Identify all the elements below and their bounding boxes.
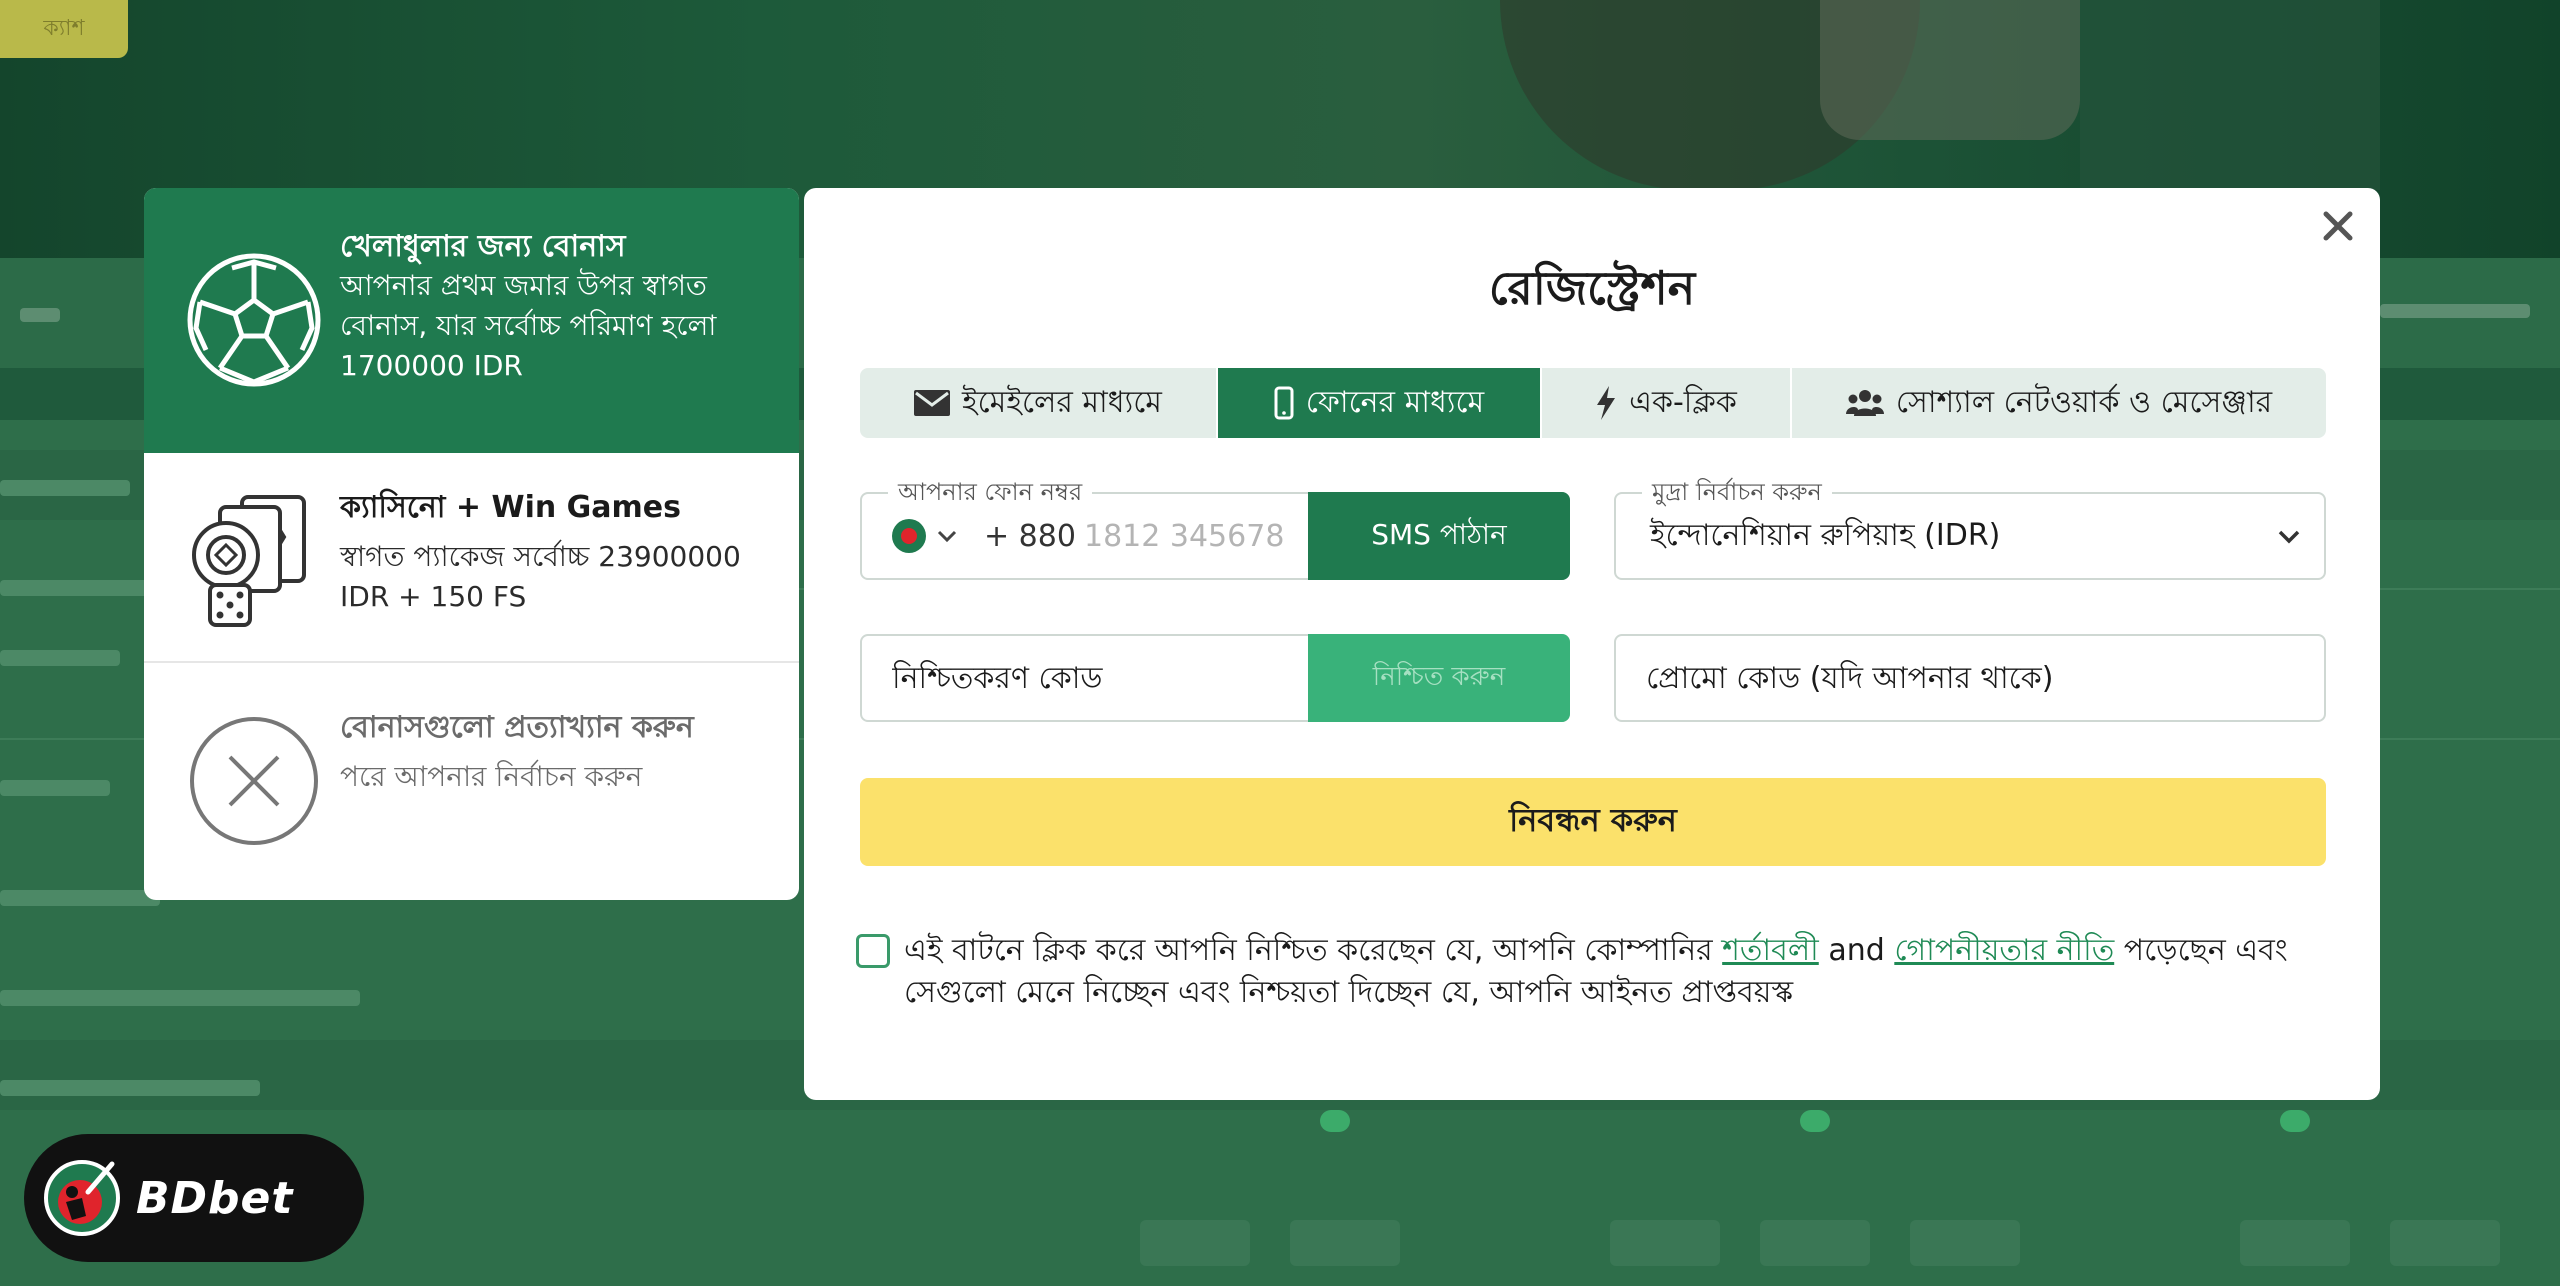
bonus-option-sports[interactable]: খেলাধুলার জন্য বোনাস আপনার প্রথম জমার উপ… — [144, 188, 799, 453]
terms-link[interactable]: শর্তাবলী — [1722, 933, 1819, 968]
register-button[interactable]: নিবন্ধন করুন — [860, 778, 2326, 866]
casino-chips-icon — [192, 495, 306, 627]
registration-method-tabs: ইমেইলের মাধ্যমে ফোনের মাধ্যমে এক-ক্লিক স… — [860, 368, 2326, 438]
cricket-player-logo-icon — [44, 1160, 120, 1236]
bonus-description: আপনার প্রথম জমার উপর স্বাগত বোনাস, যার স… — [340, 269, 717, 382]
terms-consent: এই বাটনে ক্লিক করে আপনি নিশ্চিত করেছেন য… — [856, 930, 2336, 1014]
terms-text: এই বাটনে ক্লিক করে আপনি নিশ্চিত করেছেন য… — [904, 933, 2288, 1010]
privacy-policy-link[interactable]: গোপনীয়তার নীতি — [1894, 933, 2114, 968]
bonus-option-casino[interactable]: ক্যাসিনো + Win Games স্বাগত প্যাকেজ সর্ব… — [144, 453, 799, 663]
send-sms-button[interactable]: SMS পাঠান — [1308, 492, 1570, 580]
tab-social-networks[interactable]: সোশ্যাল নেটওয়ার্ক ও মেসেঞ্জার — [1792, 368, 2326, 438]
country-code: + 880 — [984, 518, 1076, 554]
users-icon — [1845, 390, 1884, 416]
lightning-icon — [1597, 386, 1616, 420]
tab-one-click[interactable]: এক-ক্লিক — [1542, 368, 1792, 438]
tab-label: সোশ্যাল নেটওয়ার্ক ও মেসেঞ্জার — [1895, 384, 2273, 420]
phone-number-field: আপনার ফোন নম্বর + 880 SMS পাঠান — [860, 478, 1570, 580]
tab-email[interactable]: ইমেইলের মাধ্যমে — [860, 368, 1218, 438]
bonus-title: ক্যাসিনো + Win Games — [340, 490, 681, 525]
confirm-code-button[interactable]: নিশ্চিত করুন — [1308, 634, 1570, 722]
terms-checkbox[interactable] — [856, 934, 890, 968]
confirmation-code-field: নিশ্চিত করুন — [860, 634, 1570, 722]
bonus-title: খেলাধুলার জন্য বোনাস — [340, 229, 626, 264]
phone-input[interactable] — [1084, 494, 1324, 578]
registration-modal: রেজিস্ট্রেশন ইমেইলের মাধ্যমে ফোনের মাধ্য… — [804, 188, 2380, 1100]
currency-select[interactable]: মুদ্রা নির্বাচন করুন ইন্দোনেশিয়ান রুপিয… — [1614, 478, 2326, 580]
promo-code-input[interactable] — [1646, 636, 2286, 720]
close-icon — [2323, 211, 2353, 241]
bonus-description: স্বাগত প্যাকেজ সর্বোচ্চ 23900000 IDR + 1… — [340, 540, 741, 613]
confirmation-code-input[interactable] — [892, 636, 1292, 720]
bonus-title: বোনাসগুলো প্রত্যাখ্যান করুন — [340, 710, 694, 745]
modal-title: রেজিস্ট্রেশন — [1488, 261, 1696, 315]
envelope-icon — [914, 390, 951, 416]
tab-label: এক-ক্লিক — [1629, 384, 1737, 420]
logo-text: BDbet — [136, 1172, 294, 1224]
bonus-selection-panel: খেলাধুলার জন্য বোনাস আপনার প্রথম জমার উপ… — [144, 188, 799, 900]
top-cash-button: ক্যাশ — [0, 0, 128, 58]
tab-phone[interactable]: ফোনের মাধ্যমে — [1218, 368, 1542, 438]
currency-value: ইন্দোনেশিয়ান রুপিয়াহ (IDR) — [1650, 517, 2001, 553]
close-button[interactable] — [2314, 202, 2362, 250]
mobile-phone-icon — [1274, 386, 1294, 420]
promo-code-field — [1614, 634, 2326, 722]
soccer-ball-icon — [187, 253, 321, 387]
chevron-down-icon — [937, 530, 957, 543]
tab-label: ইমেইলের মাধ্যমে — [962, 384, 1162, 420]
bonus-option-decline[interactable]: বোনাসগুলো প্রত্যাখ্যান করুন পরে আপনার নি… — [144, 665, 799, 900]
country-selector[interactable] — [892, 494, 958, 578]
chevron-down-icon — [2278, 530, 2300, 544]
tab-label: ফোনের মাধ্যমে — [1305, 384, 1485, 420]
bdbet-logo[interactable]: BDbet — [24, 1134, 364, 1262]
decline-circle-icon — [190, 717, 318, 845]
bonus-description: পরে আপনার নির্বাচন করুন — [340, 760, 643, 793]
bangladesh-flag-icon — [892, 519, 926, 553]
